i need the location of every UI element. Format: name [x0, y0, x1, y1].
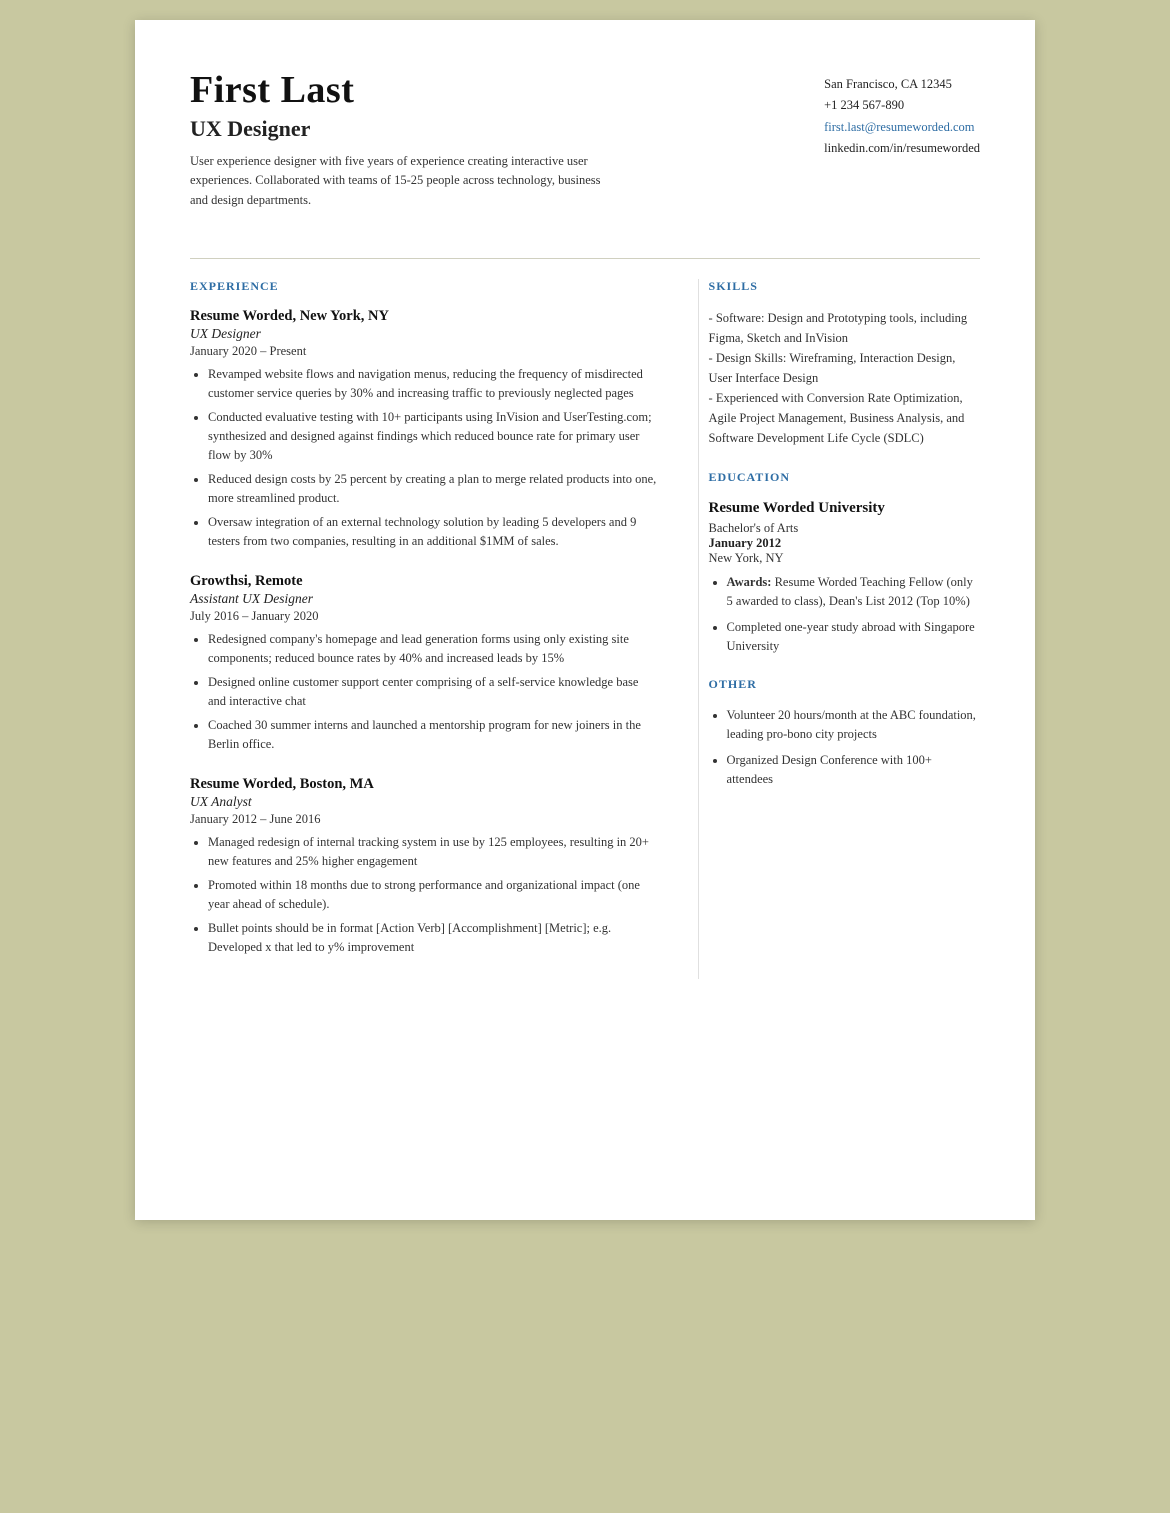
edu-award-label: Awards:	[727, 575, 772, 589]
list-item: Organized Design Conference with 100+ at…	[727, 751, 980, 789]
job-2-title: Assistant UX Designer	[190, 591, 658, 607]
email-link[interactable]: first.last@resumeworded.com	[824, 120, 974, 134]
job-2-header: Growthsi, Remote	[190, 573, 658, 590]
resume-container: First Last UX Designer User experience d…	[135, 20, 1035, 1220]
header-contact: San Francisco, CA 12345 +1 234 567-890 f…	[824, 70, 980, 159]
job-2-bullets: Redesigned company's homepage and lead g…	[190, 630, 658, 754]
job-2-dates: July 2016 – January 2020	[190, 609, 658, 624]
contact-email[interactable]: first.last@resumeworded.com	[824, 117, 980, 138]
header-left: First Last UX Designer User experience d…	[190, 70, 824, 210]
contact-address: San Francisco, CA 12345	[824, 74, 980, 95]
job-3-bullets: Managed redesign of internal tracking sy…	[190, 833, 658, 957]
contact-phone: +1 234 567-890	[824, 95, 980, 116]
job-1-title: UX Designer	[190, 326, 658, 342]
edu-bullets: Awards: Resume Worded Teaching Fellow (o…	[709, 573, 980, 655]
job-2: Growthsi, Remote Assistant UX Designer J…	[190, 573, 658, 754]
candidate-name: First Last	[190, 70, 824, 112]
skills-section: SKILLS - Software: Design and Prototypin…	[709, 279, 980, 448]
header: First Last UX Designer User experience d…	[190, 70, 980, 228]
job-1-bullets: Revamped website flows and navigation me…	[190, 365, 658, 551]
job-1-location: New York, NY	[296, 308, 389, 324]
candidate-title: UX Designer	[190, 116, 824, 142]
job-1: Resume Worded, New York, NY UX Designer …	[190, 308, 658, 551]
job-1-header: Resume Worded, New York, NY	[190, 308, 658, 325]
list-item: Volunteer 20 hours/month at the ABC foun…	[727, 706, 980, 744]
list-item: Designed online customer support center …	[208, 673, 658, 711]
job-1-dates: January 2020 – Present	[190, 344, 658, 359]
resume-body: EXPERIENCE Resume Worded, New York, NY U…	[190, 279, 980, 979]
list-item: Conducted evaluative testing with 10+ pa…	[208, 408, 658, 465]
experience-section: EXPERIENCE Resume Worded, New York, NY U…	[190, 279, 658, 957]
skills-content: - Software: Design and Prototyping tools…	[709, 308, 980, 448]
edu-details: Resume Worded University Bachelor's of A…	[709, 499, 980, 656]
edu-location: New York, NY	[709, 551, 980, 566]
list-item: Managed redesign of internal tracking sy…	[208, 833, 658, 871]
contact-linkedin: linkedin.com/in/resumeworded	[824, 138, 980, 159]
skills-section-title: SKILLS	[709, 279, 980, 294]
list-item: Completed one-year study abroad with Sin…	[727, 618, 980, 656]
job-1-company: Resume Worded,	[190, 308, 296, 324]
job-3: Resume Worded, Boston, MA UX Analyst Jan…	[190, 776, 658, 957]
job-3-dates: January 2012 – June 2016	[190, 812, 658, 827]
list-item: Revamped website flows and navigation me…	[208, 365, 658, 403]
experience-section-title: EXPERIENCE	[190, 279, 658, 294]
other-bullets: Volunteer 20 hours/month at the ABC foun…	[709, 706, 980, 788]
job-2-company: Growthsi,	[190, 573, 251, 589]
education-section-title: EDUCATION	[709, 470, 980, 485]
left-column: EXPERIENCE Resume Worded, New York, NY U…	[190, 279, 658, 979]
job-3-company: Resume Worded,	[190, 776, 296, 792]
candidate-summary: User experience designer with five years…	[190, 152, 620, 210]
job-3-header: Resume Worded, Boston, MA	[190, 776, 658, 793]
list-item: Oversaw integration of an external techn…	[208, 513, 658, 551]
edu-year: January 2012	[709, 536, 980, 551]
job-2-location: Remote	[251, 573, 302, 589]
edu-degree: Bachelor's of Arts	[709, 521, 980, 536]
job-3-title: UX Analyst	[190, 794, 658, 810]
header-divider	[190, 258, 980, 259]
list-item: Awards: Resume Worded Teaching Fellow (o…	[727, 573, 980, 611]
list-item: Reduced design costs by 25 percent by cr…	[208, 470, 658, 508]
list-item: Redesigned company's homepage and lead g…	[208, 630, 658, 668]
education-section: EDUCATION Resume Worded University Bache…	[709, 470, 980, 656]
edu-school: Resume Worded University	[709, 499, 980, 519]
list-item: Bullet points should be in format [Actio…	[208, 919, 658, 957]
other-section-title: OTHER	[709, 677, 980, 692]
list-item: Coached 30 summer interns and launched a…	[208, 716, 658, 754]
other-section: OTHER Volunteer 20 hours/month at the AB…	[709, 677, 980, 788]
right-column: SKILLS - Software: Design and Prototypin…	[698, 279, 980, 979]
list-item: Promoted within 18 months due to strong …	[208, 876, 658, 914]
job-3-location: Boston, MA	[296, 776, 374, 792]
